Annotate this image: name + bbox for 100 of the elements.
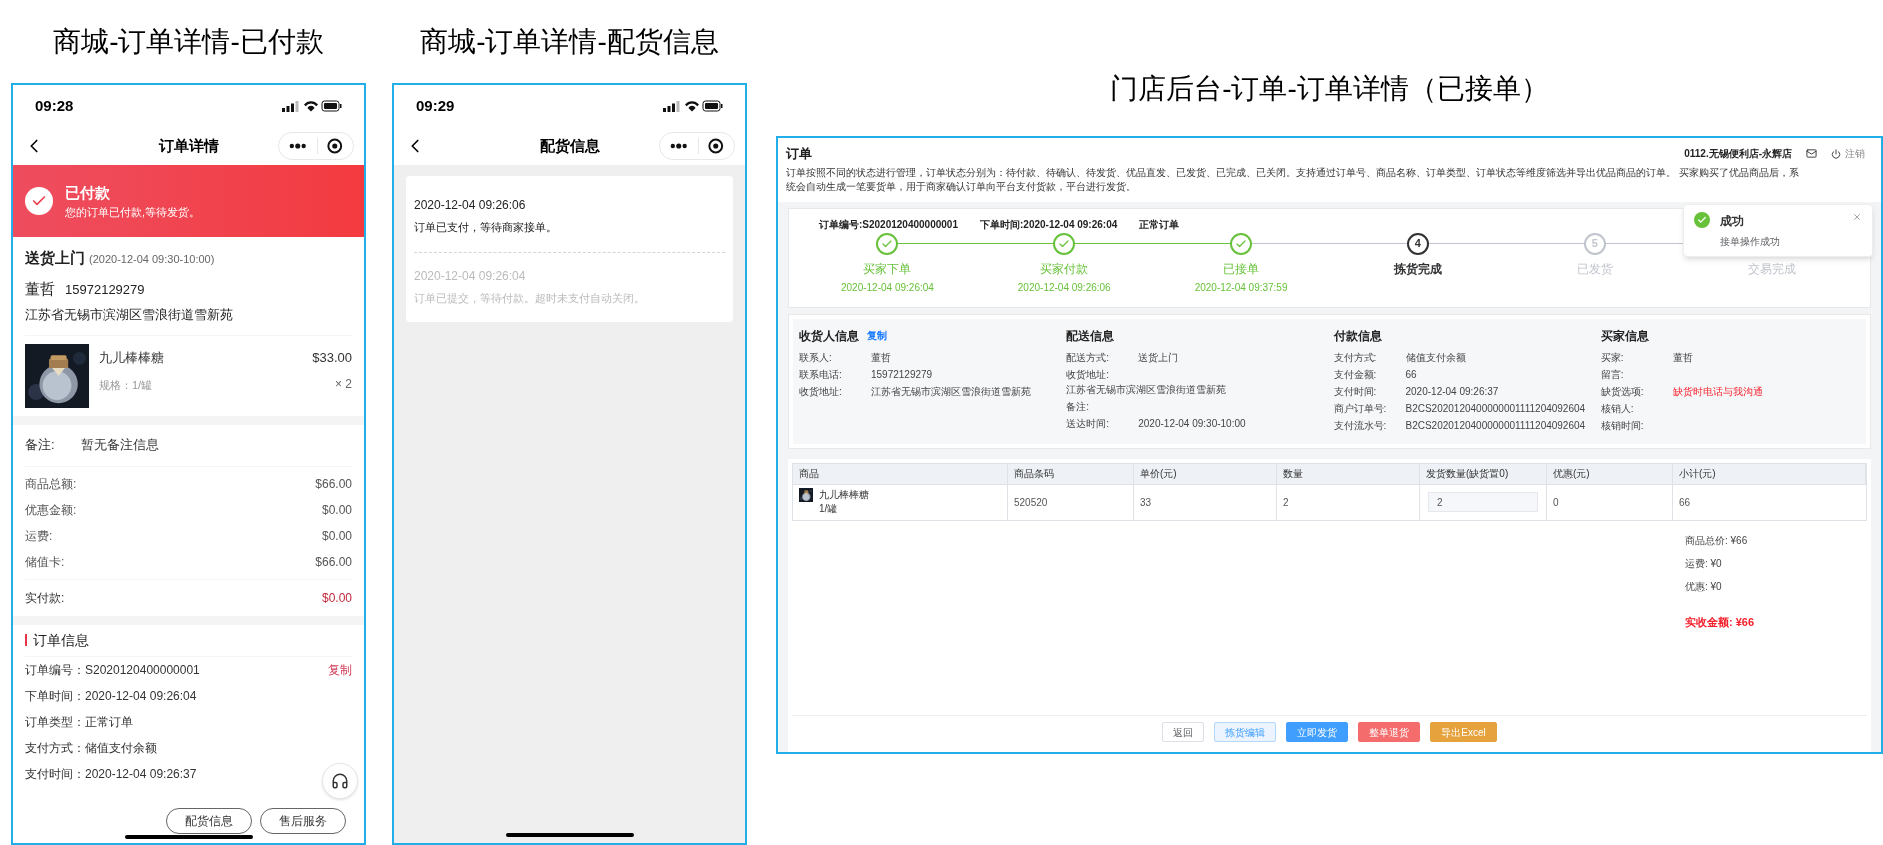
copy-link[interactable]: 复制: [328, 660, 352, 679]
footer-button[interactable]: 售后服务: [260, 808, 346, 834]
action-button[interactable]: 导出Excel: [1430, 722, 1497, 742]
info-value: 正常订单: [85, 713, 133, 731]
page-heading: 订单: [786, 145, 812, 163]
recipient-name: 董哲: [25, 278, 55, 299]
recipient-phone: 15972129279: [65, 280, 145, 299]
action-button[interactable]: 拣货编辑: [1214, 722, 1277, 742]
product-name: 九儿棒棒糖: [99, 348, 165, 367]
info-label: 下单时间：: [25, 687, 85, 705]
table-cell: 33: [1134, 484, 1277, 520]
info-value: 15972129279: [871, 367, 933, 382]
info-value: B2CS2020120400000001111204092604: [1405, 401, 1586, 416]
log-text: 订单已提交，等待付款。超时未支付自动关闭。: [414, 290, 646, 306]
table-cell-text: 66: [1678, 495, 1692, 510]
delivery-method: 送货上门: [25, 248, 85, 268]
success-icon: [1694, 212, 1710, 228]
delivery-window: (2020-12-04 09:30-10:00): [89, 251, 215, 268]
logout-link[interactable]: 注销: [1845, 146, 1865, 162]
info-label: 订单类型：: [25, 713, 85, 731]
mini-program-capsule[interactable]: [659, 132, 735, 160]
info-label: 核销人:: [1600, 401, 1635, 416]
screen-title: 商城-订单详情-配货信息: [420, 24, 719, 59]
screen-title: 商城-订单详情-已付款: [53, 24, 324, 59]
recipient-address: 江苏省无锡市滨湖区雪浪街道雪新苑: [25, 305, 352, 336]
info-value: 缺货时电话与我沟通: [1672, 384, 1763, 399]
paid-label: 实付款:: [25, 589, 65, 607]
power-icon[interactable]: [1831, 148, 1841, 159]
info-heading: 配送信息: [1066, 327, 1115, 345]
info-value: 2020-12-04 09:26:37: [1405, 384, 1499, 399]
order-meta: 订单编号:S2020120400000001: [819, 217, 958, 232]
info-heading: 付款信息: [1333, 327, 1382, 345]
info-label: 备注:: [1066, 399, 1091, 414]
amount-value: $0.00: [321, 527, 352, 545]
step-label: 交易完成: [1747, 260, 1796, 278]
column-header: 发货数量(缺货置0): [1420, 463, 1547, 484]
info-label: 送达时间:: [1066, 416, 1111, 431]
info-label: 收货地址:: [799, 384, 843, 399]
table-cell: 520520: [1008, 484, 1134, 520]
copy-link[interactable]: 复制: [867, 328, 887, 343]
status-time: 09:28: [35, 95, 74, 116]
check-icon: [25, 187, 53, 215]
log-time: 2020-12-04 09:26:04: [414, 267, 527, 285]
status-time: 09:29: [416, 95, 455, 116]
info-value: 储值支付余额: [85, 739, 157, 757]
amount-label: 储值卡:: [25, 553, 65, 571]
info-value: 送货上门: [1138, 350, 1179, 365]
step-time: 2020-12-04 09:26:06: [1017, 280, 1111, 295]
info-label: 联系电话:: [799, 367, 843, 382]
info-label: 收货地址:: [1066, 367, 1111, 382]
info-label: 核销时间:: [1600, 418, 1645, 433]
amount-label: 运费:: [25, 527, 53, 545]
info-value: 2020-12-04 09:26:37: [85, 765, 197, 783]
amount-label: 优惠金额:: [25, 501, 77, 519]
toast-title: 成功: [1720, 213, 1745, 230]
mini-program-capsule[interactable]: [278, 132, 354, 160]
product-quantity: × 2: [335, 376, 352, 393]
info-value: S2020120400000001: [85, 661, 200, 679]
amount-label: 商品总额:: [25, 475, 77, 493]
action-button[interactable]: 返回: [1162, 722, 1205, 742]
info-label: 支付流水号:: [1333, 418, 1388, 433]
mail-icon[interactable]: [1806, 148, 1817, 160]
ship-quantity-field[interactable]: 2: [1428, 492, 1538, 512]
column-header: 小计(元): [1673, 463, 1866, 484]
column-header: 数量: [1277, 463, 1420, 484]
step-label: 拣货完成: [1393, 260, 1442, 278]
info-label: 支付时间：: [25, 765, 85, 783]
table-cell: 0: [1547, 484, 1673, 520]
page-title: 配货信息: [539, 135, 600, 156]
column-header: 商品: [793, 463, 1008, 484]
product-name: 九儿棒棒糖: [819, 487, 869, 502]
column-header: 商品条码: [1008, 463, 1134, 484]
info-value: 2020-12-04 09:30-10:00: [1138, 416, 1246, 431]
amount-value: $0.00: [321, 501, 352, 519]
info-value: 储值支付余额: [1405, 350, 1466, 365]
info-label: 缺货选项:: [1600, 384, 1645, 399]
order-meta: 下单时间:2020-12-04 09:26:04: [980, 217, 1118, 232]
product-price: $33.00: [312, 348, 352, 367]
info-heading: 买家信息: [1600, 327, 1649, 345]
info-value: 66: [1405, 367, 1417, 382]
status-icons: [663, 100, 723, 112]
info-label: 联系人:: [799, 350, 833, 365]
toast-message: 接单操作成功: [1720, 235, 1780, 249]
action-button[interactable]: 整单退货: [1358, 722, 1421, 742]
total-received: 实收金额: ¥66: [1685, 614, 1756, 630]
info-label: 支付方式：: [25, 739, 85, 757]
action-button[interactable]: 立即发货: [1286, 722, 1349, 742]
amount-value: $66.00: [315, 553, 352, 571]
table-cell: 2: [1277, 484, 1420, 520]
info-label: 商户订单号:: [1333, 401, 1388, 416]
column-header: 单价(元): [1134, 463, 1277, 484]
log-time: 2020-12-04 09:26:06: [414, 197, 527, 214]
info-label: 留言:: [1600, 367, 1625, 382]
info-heading: 收货人信息: [799, 327, 859, 345]
column-header: 优惠(元): [1547, 463, 1673, 484]
status-title: 已付款: [65, 182, 111, 203]
info-value: B2CS2020120400000001111204092604: [1405, 418, 1586, 433]
footer-button[interactable]: 配货信息: [166, 808, 252, 834]
store-name: 0112.无锡便利店-永辉店: [1684, 147, 1792, 162]
step-label: 买家下单: [863, 260, 912, 278]
